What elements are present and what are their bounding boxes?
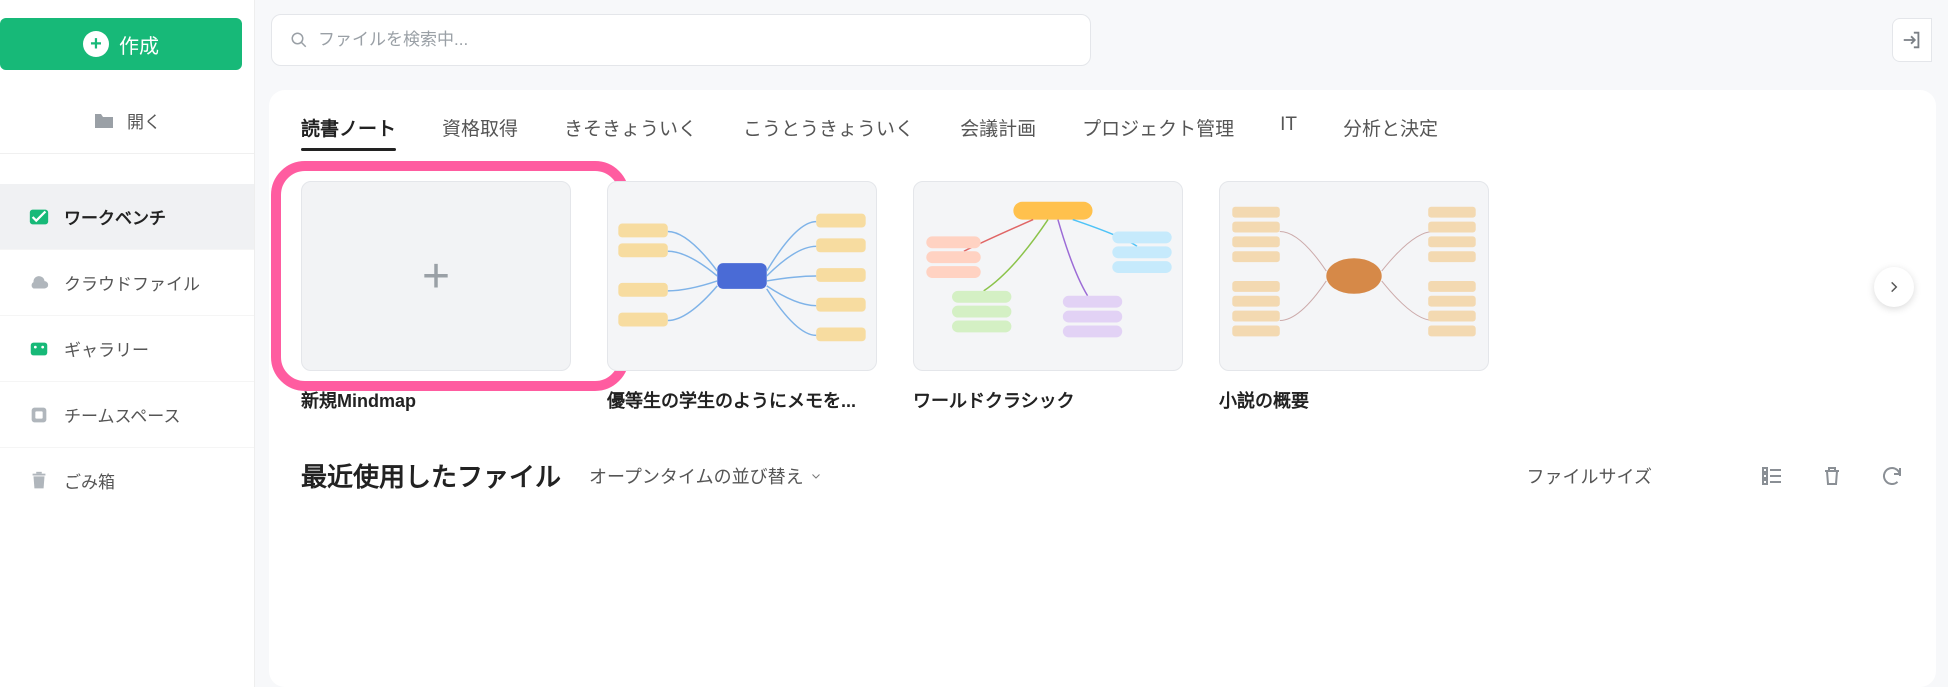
content-card: 読書ノート 資格取得 きそきょういく こうとうきょういく 会議計画 プロジェクト… (269, 90, 1936, 687)
nav-label: ギャラリー (64, 336, 149, 361)
template-title: 小説の概要 (1219, 387, 1489, 413)
sidebar-item-cloud[interactable]: クラウドファイル (0, 249, 254, 315)
login-icon (1901, 29, 1923, 51)
sort-dropdown[interactable]: オープンタイムの並び替え (589, 463, 822, 489)
template-novel[interactable]: 小説の概要 (1219, 181, 1489, 413)
nav-label: ごみ箱 (64, 468, 115, 493)
template-title: 優等生の学生のようにメモを... (607, 387, 877, 413)
search-field[interactable] (271, 14, 1091, 66)
tab-meeting[interactable]: 会議計画 (960, 114, 1036, 149)
thumb-mindmap (607, 181, 877, 371)
gallery-icon (28, 338, 50, 360)
template-new[interactable]: 新規Mindmap (301, 181, 571, 413)
open-button[interactable]: 開く (0, 88, 254, 154)
recent-title: 最近使用したファイル (301, 457, 561, 494)
template-classic[interactable]: ワールドクラシック (913, 181, 1183, 413)
recent-files-header: 最近使用したファイル オープンタイムの並び替え ファイルサイズ (301, 457, 1904, 494)
tab-qualification[interactable]: 資格取得 (442, 114, 518, 149)
chevron-down-icon (810, 470, 822, 482)
list-view-icon[interactable] (1760, 464, 1784, 488)
sort-label: オープンタイムの並び替え (589, 463, 804, 489)
chevron-right-icon (1887, 280, 1901, 294)
create-button[interactable]: + 作成 (0, 18, 242, 70)
refresh-icon[interactable] (1880, 464, 1904, 488)
template-notes[interactable]: 優等生の学生のようにメモを... (607, 181, 877, 413)
sidebar-item-team[interactable]: チームスペース (0, 381, 254, 447)
mindmap-preview-icon (1220, 182, 1488, 370)
search-input[interactable] (318, 30, 1072, 50)
trash-icon[interactable] (1820, 464, 1844, 488)
sidebar-item-trash[interactable]: ごみ箱 (0, 447, 254, 513)
top-bar (255, 0, 1948, 80)
sidebar-item-workbench[interactable]: ワークベンチ (0, 184, 254, 249)
workbench-icon (28, 206, 50, 228)
tab-it[interactable]: IT (1280, 114, 1297, 149)
carousel-next-button[interactable] (1874, 267, 1914, 307)
nav-list: ワークベンチ クラウドファイル ギャラリー チームスペース (0, 154, 254, 513)
team-icon (28, 404, 50, 426)
nav-label: チームスペース (64, 402, 180, 427)
mindmap-preview-icon (608, 182, 876, 370)
folder-icon (93, 112, 115, 130)
template-title: 新規Mindmap (301, 387, 571, 413)
nav-label: ワークベンチ (64, 204, 166, 229)
open-label: 開く (127, 108, 161, 133)
tab-analysis[interactable]: 分析と決定 (1343, 114, 1438, 149)
search-icon (290, 31, 308, 49)
main: 読書ノート 資格取得 きそきょういく こうとうきょういく 会議計画 プロジェクト… (255, 0, 1948, 687)
template-title: ワールドクラシック (913, 387, 1183, 413)
filesize-column[interactable]: ファイルサイズ (1527, 463, 1652, 489)
tab-project[interactable]: プロジェクト管理 (1082, 114, 1234, 149)
cloud-icon (28, 272, 50, 294)
sidebar: + 作成 開く ワークベンチ クラウドファイル (0, 0, 255, 687)
sidebar-item-gallery[interactable]: ギャラリー (0, 315, 254, 381)
new-thumb (301, 181, 571, 371)
mindmap-preview-icon (914, 182, 1182, 370)
category-tabs: 読書ノート 資格取得 きそきょういく こうとうきょういく 会議計画 プロジェクト… (301, 114, 1904, 153)
create-label: 作成 (119, 30, 159, 59)
tab-basic-edu[interactable]: きそきょういく (564, 114, 697, 149)
login-button[interactable] (1892, 18, 1932, 62)
thumb-mindmap (1219, 181, 1489, 371)
nav-label: クラウドファイル (64, 270, 200, 295)
template-row: 新規Mindmap (301, 181, 1904, 413)
thumb-mindmap (913, 181, 1183, 371)
tab-higher-edu[interactable]: こうとうきょういく (743, 114, 914, 149)
plus-icon: + (83, 31, 109, 57)
trash-icon (28, 470, 50, 492)
tab-reading-notes[interactable]: 読書ノート (301, 114, 396, 149)
recent-actions (1760, 464, 1904, 488)
